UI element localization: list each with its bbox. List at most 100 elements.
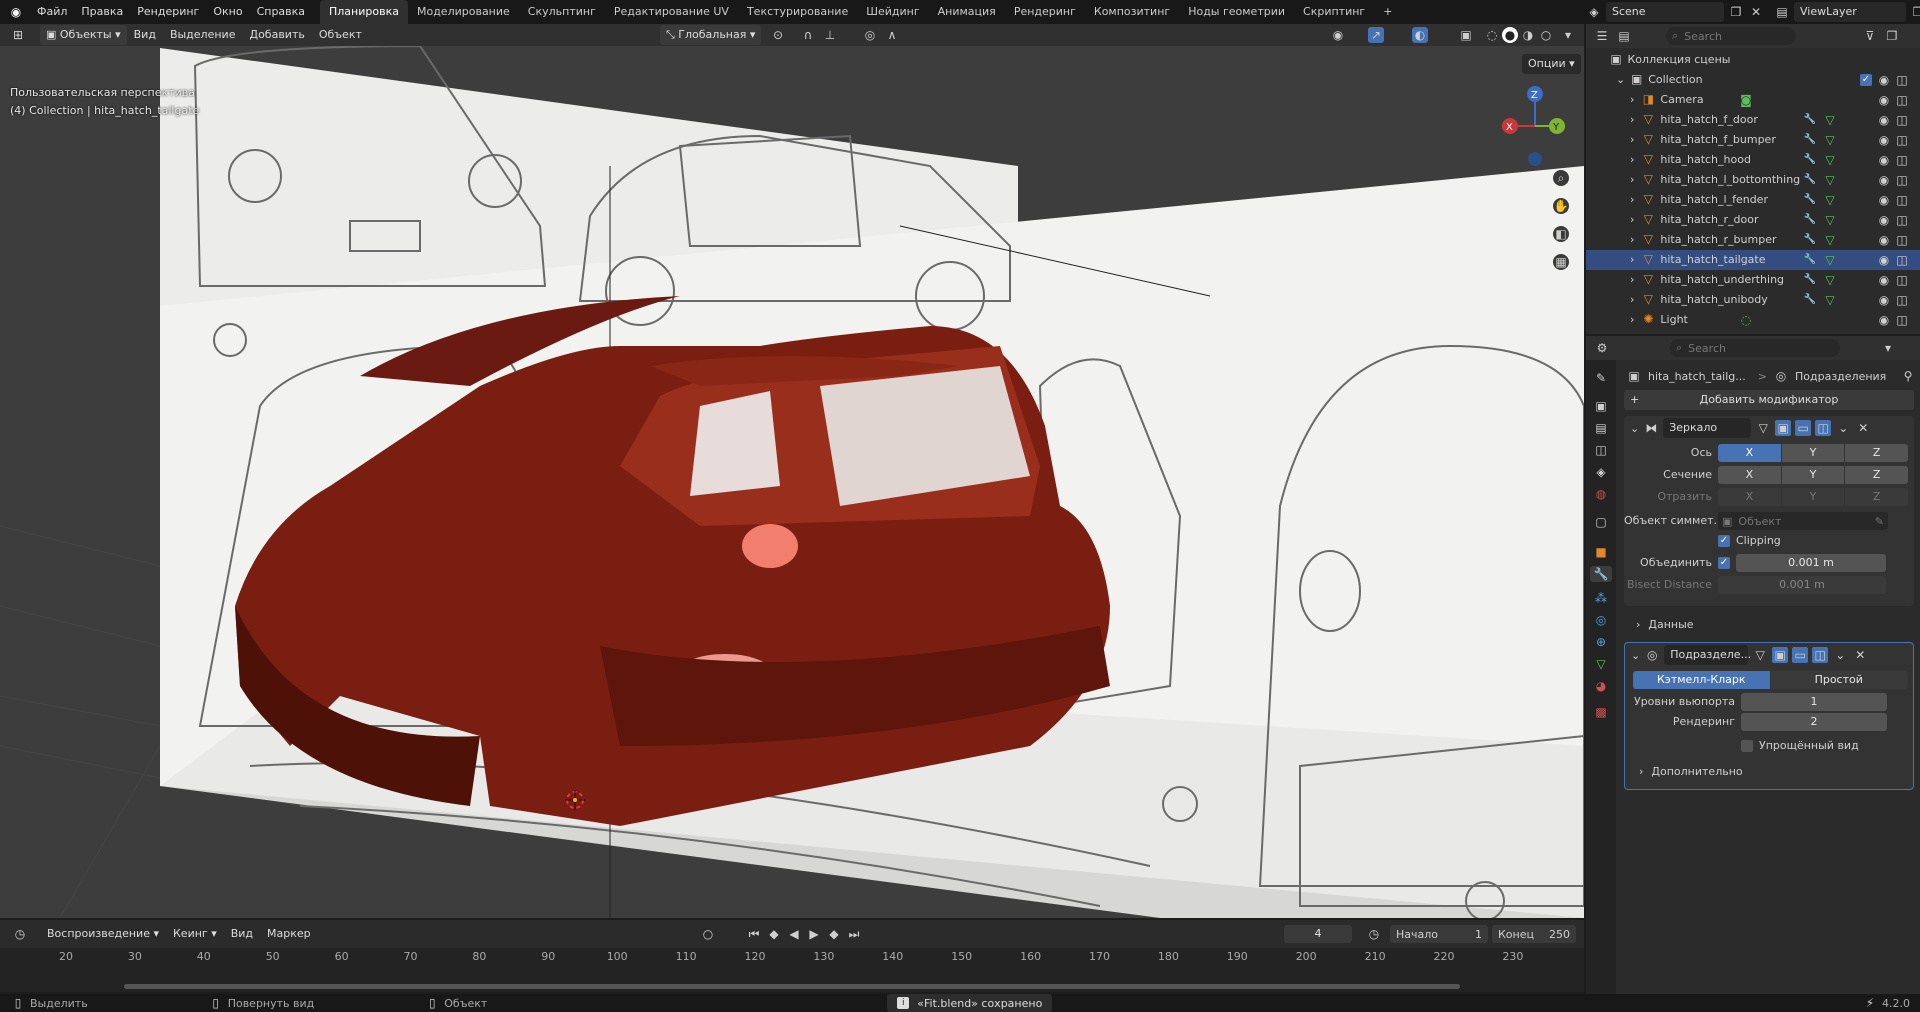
camera-data-icon[interactable]: ◙	[1738, 92, 1754, 108]
outliner-search[interactable]: ⌕ Search	[1666, 27, 1796, 45]
edit-mode-toggle-icon[interactable]: ▽	[1755, 420, 1771, 436]
outliner-item-hita-hatch-unibody[interactable]: › ▽ hita_hatch_unibody 🔧 ▽ ◉ ◫	[1586, 290, 1920, 310]
eye-icon[interactable]: ◉	[1876, 312, 1892, 328]
mirror-data-subpanel[interactable]: › Данные	[1636, 618, 1694, 631]
merge-checkbox[interactable]: ✓	[1718, 557, 1730, 569]
material-tab-icon[interactable]: ◕	[1593, 678, 1609, 694]
eyedropper-icon[interactable]: ✎	[1875, 515, 1884, 528]
tab-rendering[interactable]: Рендеринг	[1005, 0, 1085, 24]
outliner-item-hita-hatch-f-door[interactable]: › ▽ hita_hatch_f_door 🔧 ▽ ◉ ◫	[1586, 110, 1920, 130]
snap-target-icon[interactable]: ⊥	[822, 27, 838, 43]
render-toggle-icon[interactable]: ◫	[1812, 647, 1829, 663]
viewport-toggle-icon[interactable]: ▭	[1792, 647, 1809, 663]
tab-scripting[interactable]: Скриптинг	[1294, 0, 1374, 24]
catmull-clark-toggle[interactable]: Кэтмелл-Кларк	[1633, 671, 1770, 689]
mesh-data-icon[interactable]: ▽	[1822, 212, 1838, 228]
edit-mode-toggle-icon[interactable]: ▽	[1752, 647, 1768, 663]
remove-modifier-icon[interactable]: ✕	[1855, 420, 1871, 436]
outliner-editor-icon[interactable]: ☰	[1594, 28, 1610, 44]
filter-icon[interactable]: ⊽	[1862, 28, 1878, 44]
menu-window[interactable]: Окно	[206, 0, 249, 24]
bisect-x-toggle[interactable]: X	[1718, 466, 1781, 484]
tab-uv-editing[interactable]: Редактирование UV	[605, 0, 738, 24]
new-scene-icon[interactable]: ❐	[1728, 4, 1744, 20]
outliner-item-camera[interactable]: › ◨ Camera ◙ ◉ ◫	[1586, 90, 1920, 110]
tab-layout[interactable]: Планировка	[320, 0, 408, 24]
editor-type-icon[interactable]: ⊞	[10, 27, 26, 43]
modifier-indicator-icon[interactable]: 🔧	[1802, 152, 1818, 168]
expand-arrow-icon[interactable]: ›	[1630, 273, 1634, 286]
flip-z-toggle[interactable]: Z	[1845, 488, 1909, 506]
texture-tab-icon[interactable]: ▩	[1593, 704, 1609, 720]
outliner-item-hita-hatch-r-door[interactable]: › ▽ hita_hatch_r_door 🔧 ▽ ◉ ◫	[1586, 210, 1920, 230]
shading-wireframe-icon[interactable]: ◌	[1484, 27, 1500, 43]
properties-editor-icon[interactable]: ⚙	[1594, 340, 1610, 356]
render-toggle-icon[interactable]: ◫	[1815, 420, 1832, 436]
timeline-editor-icon[interactable]: ◷	[12, 926, 28, 942]
modifier-indicator-icon[interactable]: 🔧	[1802, 272, 1818, 288]
keying-menu[interactable]: Кеинг ▾	[166, 922, 224, 946]
snap-icon[interactable]: ∩	[800, 27, 816, 43]
mesh-data-icon[interactable]: ▽	[1822, 192, 1838, 208]
next-keyframe-icon[interactable]: ◆	[826, 926, 842, 942]
shading-material-icon[interactable]: ◑	[1520, 27, 1536, 43]
frame-clock-icon[interactable]: ◷	[1366, 926, 1382, 942]
clipping-checkbox[interactable]: ✓	[1718, 534, 1730, 547]
end-frame-field[interactable]: Конец 250	[1492, 925, 1576, 943]
collection-row[interactable]: ⌄ ▣ Collection ✓ ◉ ◫	[1586, 70, 1920, 90]
mode-selector[interactable]: ▣ Объекты ▾	[40, 25, 127, 45]
bisect-y-toggle[interactable]: Y	[1781, 466, 1845, 484]
properties-search[interactable]: ⌕ Search	[1670, 339, 1840, 357]
blender-logo-icon[interactable]: ◉	[8, 4, 24, 20]
flip-y-toggle[interactable]: Y	[1781, 488, 1845, 506]
modifier-indicator-icon[interactable]: 🔧	[1802, 232, 1818, 248]
render-camera-icon[interactable]: ◫	[1894, 152, 1910, 168]
viewport-levels-field[interactable]: 1	[1741, 693, 1887, 711]
outliner-item-hita-hatch-f-bumper[interactable]: › ▽ hita_hatch_f_bumper 🔧 ▽ ◉ ◫	[1586, 130, 1920, 150]
physics-tab-icon[interactable]: ◎	[1593, 612, 1609, 628]
pan-hand-icon[interactable]: ✋	[1553, 198, 1569, 214]
outliner-item-hita-hatch-underthing[interactable]: › ▽ hita_hatch_underthing 🔧 ▽ ◉ ◫	[1586, 270, 1920, 290]
expand-arrow-icon[interactable]: ›	[1630, 173, 1634, 186]
expand-arrow-icon[interactable]: ⌄	[1616, 73, 1625, 86]
axis-z-toggle[interactable]: Z	[1845, 444, 1909, 462]
expand-arrow-icon[interactable]: ›	[1630, 233, 1634, 246]
mesh-data-icon[interactable]: ▽	[1822, 112, 1838, 128]
view-layer-tab-icon[interactable]: ◫	[1593, 442, 1609, 458]
particles-tab-icon[interactable]: ⁂	[1593, 590, 1609, 606]
axis-y-toggle[interactable]: Y	[1781, 444, 1845, 462]
mesh-data-icon[interactable]: ▽	[1822, 152, 1838, 168]
camera-view-icon[interactable]: ◧	[1553, 226, 1569, 242]
viewport-menu-add[interactable]: Добавить	[242, 23, 311, 47]
tool-tab-icon[interactable]: ✎	[1593, 370, 1609, 386]
car-body-mesh[interactable]	[235, 296, 1110, 826]
eye-icon[interactable]: ◉	[1876, 112, 1892, 128]
marker-menu[interactable]: Маркер	[260, 922, 318, 946]
render-camera-icon[interactable]: ◫	[1894, 172, 1910, 188]
expand-arrow-icon[interactable]: ›	[1630, 193, 1634, 206]
expand-arrow-icon[interactable]: ›	[1630, 213, 1634, 226]
render-camera-icon[interactable]: ◫	[1894, 192, 1910, 208]
eye-icon[interactable]: ◉	[1876, 92, 1892, 108]
eye-icon[interactable]: ◉	[1876, 132, 1892, 148]
outliner-item-hita-hatch-hood[interactable]: › ▽ hita_hatch_hood 🔧 ▽ ◉ ◫	[1586, 150, 1920, 170]
collection-checkbox[interactable]: ✓	[1860, 74, 1872, 86]
tab-shading[interactable]: Шейдинг	[857, 0, 928, 24]
constraints-tab-icon[interactable]: ⊕	[1593, 634, 1609, 650]
menu-edit[interactable]: Правка	[74, 0, 130, 24]
render-levels-field[interactable]: 2	[1741, 713, 1887, 731]
mesh-data-icon[interactable]: ▽	[1822, 252, 1838, 268]
gizmo-toggle-icon[interactable]: ↗	[1368, 27, 1384, 43]
add-modifier-button[interactable]: + Добавить модификатор	[1624, 390, 1914, 410]
bisect-z-toggle[interactable]: Z	[1845, 466, 1909, 484]
jump-end-icon[interactable]: ⏭	[846, 926, 862, 942]
render-camera-icon[interactable]: ◫	[1894, 112, 1910, 128]
expand-arrow-icon[interactable]: ›	[1630, 133, 1634, 146]
render-tab-icon[interactable]: ▣	[1593, 398, 1609, 414]
proportional-edit-icon[interactable]: ◎	[862, 27, 878, 43]
expand-arrow-icon[interactable]: ›	[1630, 293, 1634, 306]
new-view-layer-icon[interactable]: ❐	[1910, 4, 1920, 20]
tab-texture-paint[interactable]: Текстурирование	[738, 0, 857, 24]
display-mode-icon[interactable]: ▤	[1616, 28, 1632, 44]
playback-menu[interactable]: Воспроизведение ▾	[40, 922, 166, 946]
